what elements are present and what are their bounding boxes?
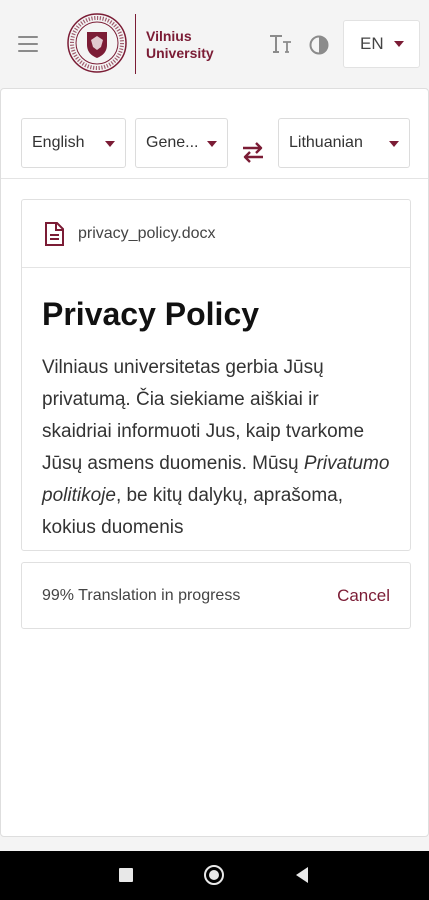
target-language-dropdown[interactable]: Lithuanian — [278, 118, 410, 168]
source-language-value: English — [32, 134, 85, 151]
document-text: Vilniaus universitetas gerbia Jūsų priva… — [42, 352, 390, 544]
back-triangle-icon[interactable] — [296, 867, 308, 883]
logo-divider — [135, 14, 136, 74]
language-select[interactable]: EN — [343, 20, 420, 68]
translator-card: English Gene... Lithuanian privacy_polic… — [0, 88, 429, 837]
brand-line-1: Vilnius — [146, 28, 192, 44]
chevron-down-icon — [393, 41, 404, 47]
system-navigation-bar — [0, 851, 429, 900]
language-toolbar: English Gene... Lithuanian — [1, 89, 428, 179]
document-body: Privacy Policy Vilniaus universitetas ge… — [22, 268, 410, 544]
university-seal-icon[interactable] — [66, 12, 128, 74]
document-title: Privacy Policy — [42, 296, 260, 332]
cancel-button[interactable]: Cancel — [337, 586, 390, 606]
chevron-down-icon — [207, 141, 217, 147]
progress-status: 99% Translation in progress — [42, 586, 241, 604]
recents-square-icon[interactable] — [119, 868, 133, 882]
text-size-icon[interactable] — [268, 33, 292, 55]
home-circle-icon[interactable] — [204, 865, 224, 885]
target-language-value: Lithuanian — [289, 134, 363, 151]
source-language-dropdown[interactable]: English — [21, 118, 126, 168]
app-header: Vilnius University EN — [0, 0, 429, 88]
domain-dropdown[interactable]: Gene... — [135, 118, 228, 168]
language-select-value: EN — [360, 34, 384, 53]
chevron-down-icon — [389, 141, 399, 147]
contrast-icon[interactable] — [309, 35, 329, 55]
brand-name[interactable]: Vilnius University — [146, 28, 214, 62]
domain-value: Gene... — [146, 134, 199, 151]
hamburger-menu-icon[interactable] — [18, 36, 38, 52]
document-preview[interactable]: privacy_policy.docx Privacy Policy Vilni… — [21, 199, 411, 551]
chevron-down-icon — [105, 141, 115, 147]
translation-progress: 99% Translation in progress Cancel — [21, 562, 411, 629]
document-file-icon — [45, 221, 64, 246]
swap-arrows-icon[interactable] — [240, 141, 266, 163]
file-name: privacy_policy.docx — [78, 224, 216, 242]
brand-line-2: University — [146, 45, 214, 61]
document-header: privacy_policy.docx — [22, 200, 410, 268]
